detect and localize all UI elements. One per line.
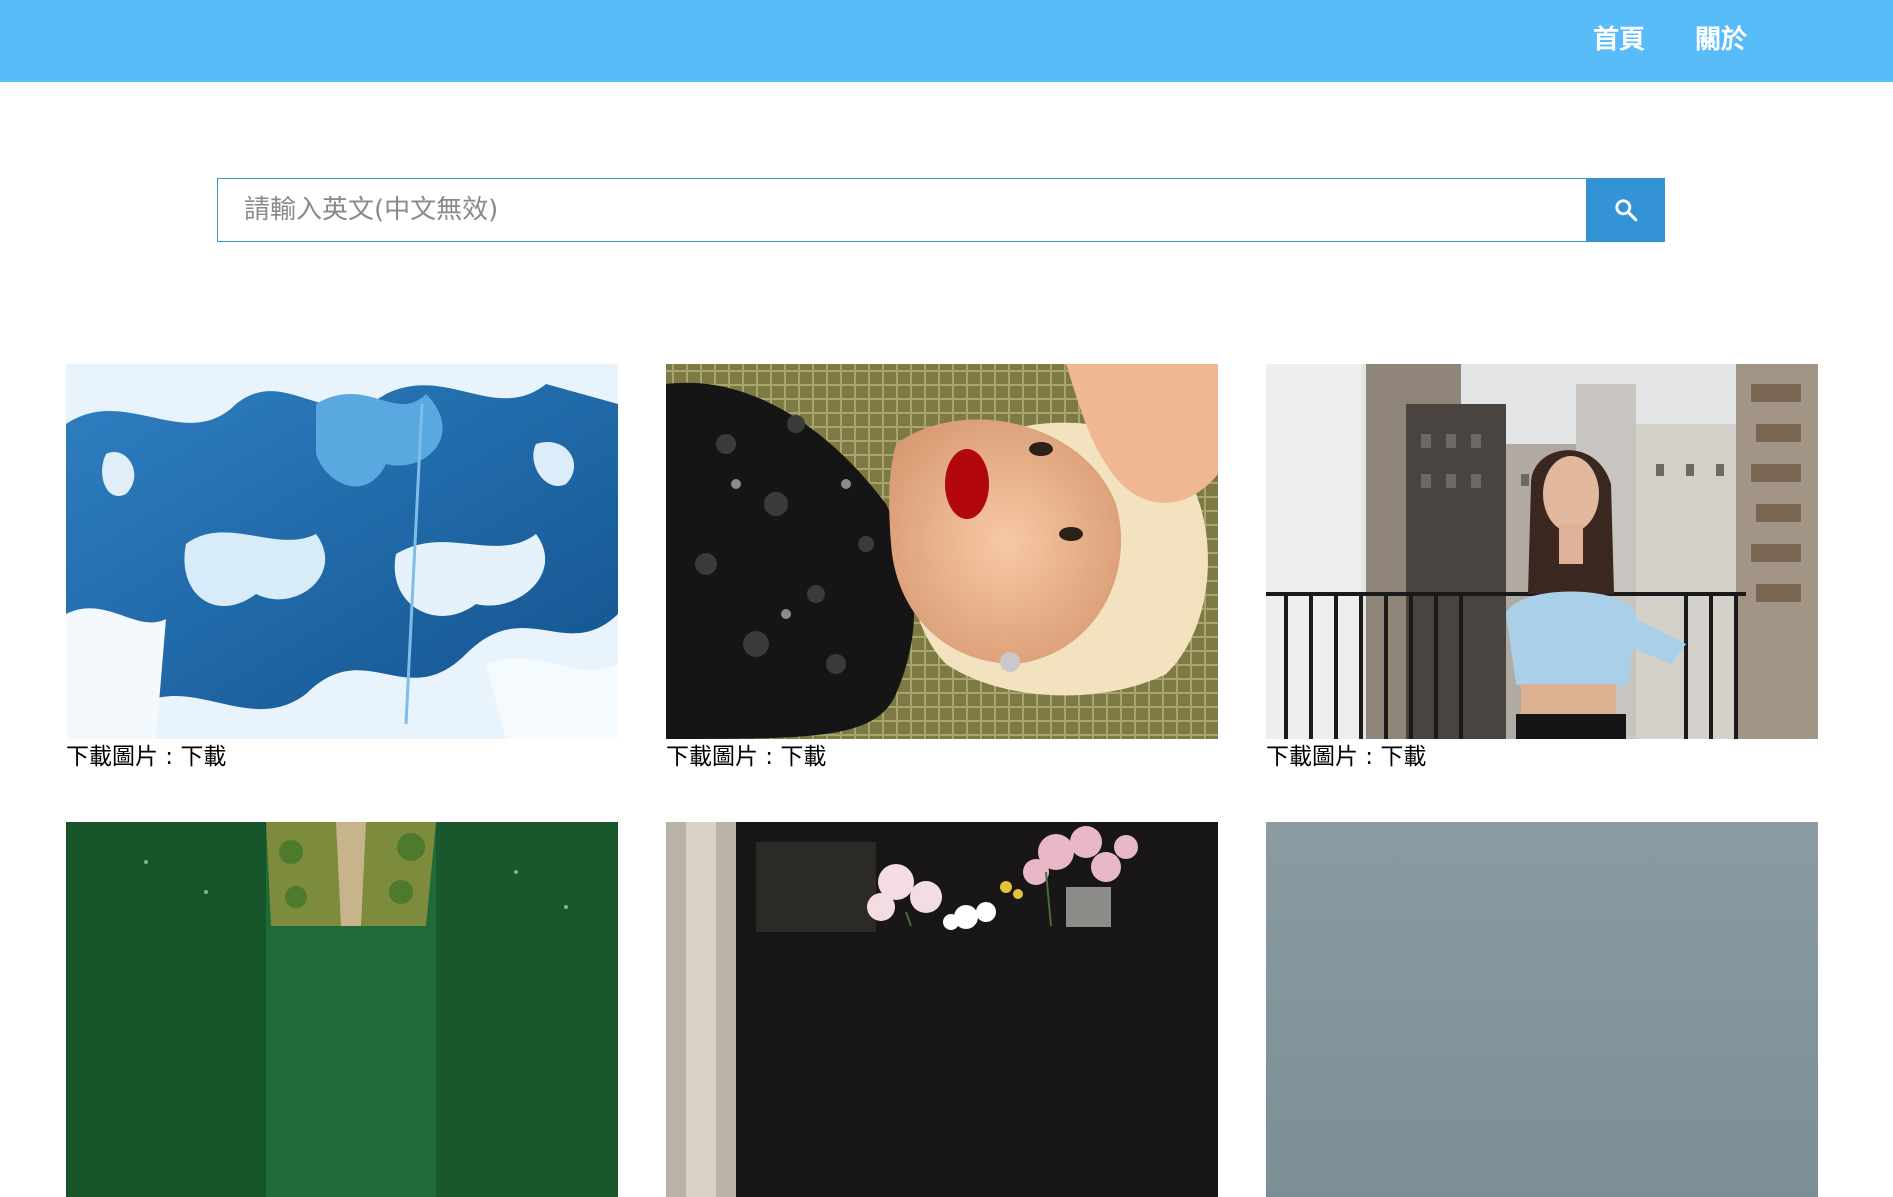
search-input[interactable] [218, 179, 1586, 241]
top-nav-bar: 首頁 關於 [0, 0, 1893, 82]
caption-label: 下載圖片 : [1266, 744, 1381, 770]
caption-label: 下載圖片 : [666, 744, 781, 770]
gallery-photo[interactable] [1266, 364, 1818, 739]
gallery-photo[interactable] [66, 364, 618, 739]
download-link[interactable]: 下載 [1380, 744, 1426, 770]
search-icon [1614, 199, 1637, 222]
photo-caption: 下載圖片 : 下載 [1266, 742, 1426, 772]
gallery-photo[interactable] [66, 822, 618, 1197]
photo-caption: 下載圖片 : 下載 [66, 742, 226, 772]
download-link[interactable]: 下載 [780, 744, 826, 770]
nav-about-link[interactable]: 關於 [1695, 20, 1747, 60]
search-bar [217, 178, 1665, 242]
gallery-photo[interactable] [1266, 822, 1818, 1197]
gallery-photo[interactable] [666, 364, 1218, 739]
download-link[interactable]: 下載 [180, 744, 226, 770]
caption-label: 下載圖片 : [66, 744, 181, 770]
nav-home-link[interactable]: 首頁 [1593, 20, 1645, 60]
gallery-photo[interactable] [666, 822, 1218, 1197]
search-button[interactable] [1586, 178, 1665, 242]
photo-caption: 下載圖片 : 下載 [666, 742, 826, 772]
